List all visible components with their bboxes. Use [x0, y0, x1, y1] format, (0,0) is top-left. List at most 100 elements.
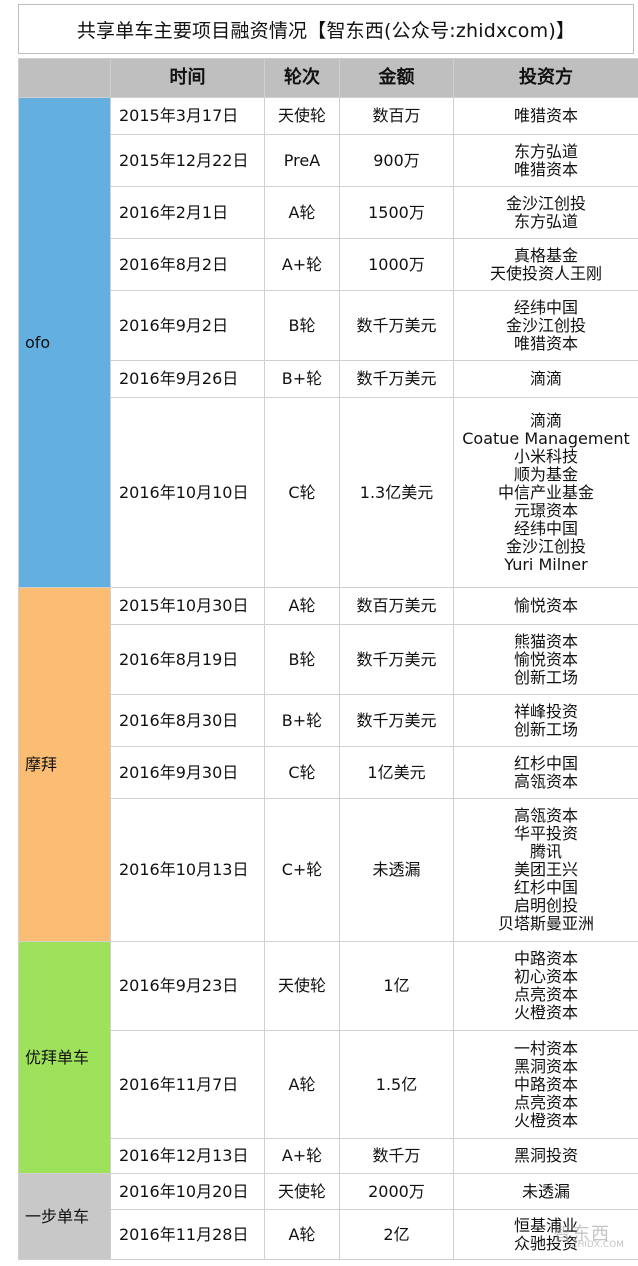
- date-cell: 2016年11月7日: [110, 1030, 265, 1139]
- company-name-cell: ofo: [18, 97, 111, 588]
- investor-name: 滴滴: [529, 410, 562, 430]
- amount-cell: 1亿: [339, 941, 454, 1031]
- investor-name: 初心资本: [513, 967, 578, 986]
- financing-table: 时间 轮次 金额 投资方 ofo 2015年3月17日 天使轮 数百万 唯猎资本 2015…: [18, 58, 638, 1260]
- investor-name: 金沙江创投: [505, 536, 586, 556]
- table-row: 2016年8月2日 A+轮 1000万 真格基金 天使投资人王刚: [19, 238, 638, 291]
- investors-cell: 未透漏: [453, 1173, 638, 1210]
- investor-name: 红杉中国: [513, 753, 578, 773]
- investors-cell: 东方弘道 唯猎资本: [453, 134, 638, 187]
- date-cell: 2015年3月17日: [110, 97, 265, 135]
- date-cell: 2016年10月10日: [110, 397, 265, 588]
- investor-name: 红杉中国: [513, 878, 578, 897]
- investor-name: Yuri Milner: [504, 554, 588, 574]
- amount-cell: 数千万美元: [339, 360, 454, 398]
- round-cell: 天使轮: [264, 941, 340, 1031]
- investor-name: 创新工场: [513, 719, 578, 739]
- table-row: ofo 2015年3月17日 天使轮 数百万 唯猎资本: [18, 97, 638, 588]
- investor-name: 中路资本: [513, 1074, 578, 1094]
- date-cell: 2016年8月30日: [110, 694, 265, 747]
- table-row: 2016年10月10日 C轮 1.3亿美元 滴滴 Coatue Management 小米…: [19, 397, 638, 588]
- investor-name: 愉悦资本: [513, 649, 578, 669]
- investor-name: 经纬中国: [513, 297, 578, 317]
- investors-cell: 高瓴资本 华平投资 腾讯 美团王兴 红杉中国 启明创投 贝塔斯曼亚洲: [453, 798, 638, 942]
- date-cell: 2016年2月1日: [110, 186, 265, 239]
- investors-cell: 恒基浦业 众驰投资: [453, 1209, 638, 1260]
- investor-name: 中信产业基金: [497, 482, 594, 502]
- date-cell: 2016年12月13日: [110, 1138, 265, 1174]
- amount-cell: 1500万: [339, 186, 454, 239]
- table-row: 2016年8月19日 B轮 数千万美元 熊猫资本 愉悦资本 创新工场: [19, 624, 638, 695]
- investors-cell: 唯猎资本: [453, 97, 638, 135]
- header-row: 时间 轮次 金额 投资方: [18, 58, 638, 98]
- investors-cell: 红杉中国 高瓴资本: [453, 746, 638, 799]
- round-cell: A+轮: [264, 1138, 340, 1174]
- investors-cell: 黑洞投资: [453, 1138, 638, 1174]
- date-cell: 2016年8月2日: [110, 238, 265, 291]
- investor-name: 真格基金: [513, 245, 578, 265]
- investor-name: 点亮资本: [513, 985, 578, 1004]
- investor-name: 东方弘道: [513, 141, 578, 161]
- investor-name: 一村资本: [513, 1038, 578, 1058]
- investor-name: 华平投资: [513, 824, 578, 843]
- company-name-cell: 一步单车: [18, 1173, 111, 1260]
- date-cell: 2015年10月30日: [110, 587, 265, 625]
- date-cell: 2016年11月28日: [110, 1209, 265, 1260]
- company-name-cell: 摩拜: [18, 587, 111, 942]
- amount-cell: 2亿: [339, 1209, 454, 1260]
- investor-name: 愉悦资本: [513, 596, 578, 615]
- investors-cell: 熊猫资本 愉悦资本 创新工场: [453, 624, 638, 695]
- date-cell: 2016年9月30日: [110, 746, 265, 799]
- round-cell: B轮: [264, 290, 340, 361]
- round-cell: A+轮: [264, 238, 340, 291]
- round-cell: A轮: [264, 1209, 340, 1260]
- amount-cell: 1.5亿: [339, 1030, 454, 1139]
- investor-name: 唯猎资本: [513, 159, 578, 179]
- date-cell: 2016年9月23日: [110, 941, 265, 1031]
- amount-cell: 2000万: [339, 1173, 454, 1210]
- investor-name: 启明创投: [513, 896, 578, 915]
- investors-cell: 滴滴: [453, 360, 638, 398]
- investor-name: 熊猫资本: [513, 631, 578, 651]
- header-corner: [18, 58, 111, 98]
- round-cell: A轮: [264, 186, 340, 239]
- investor-name: 金沙江创投: [505, 315, 586, 335]
- date-cell: 2016年9月2日: [110, 290, 265, 361]
- table-row: 2016年11月28日 A轮 2亿 恒基浦业 众驰投资: [19, 1209, 638, 1260]
- amount-cell: 数百万: [339, 97, 454, 135]
- investor-name: 未透漏: [521, 1181, 570, 1201]
- investor-name: 唯猎资本: [513, 333, 578, 353]
- amount-cell: 未透漏: [339, 798, 454, 942]
- investor-name: 火橙资本: [513, 1003, 578, 1022]
- table-row: 2016年9月2日 B轮 数千万美元 经纬中国 金沙江创投 唯猎资本: [19, 290, 638, 361]
- amount-cell: 数千万: [339, 1138, 454, 1174]
- watermark: 智东西 ZHIDX.COM: [553, 1220, 624, 1250]
- investor-name: 美团王兴: [513, 860, 578, 879]
- investor-name: 滴滴: [529, 369, 562, 388]
- table-body: ofo 2015年3月17日 天使轮 数百万 唯猎资本 2015年12月22日 PreA 90…: [18, 97, 638, 1260]
- investor-name: 黑洞资本: [513, 1056, 578, 1076]
- round-cell: C轮: [264, 397, 340, 588]
- investors-cell: 真格基金 天使投资人王刚: [453, 238, 638, 291]
- investor-name: 高瓴资本: [513, 771, 578, 791]
- investors-cell: 中路资本 初心资本 点亮资本 火橙资本: [453, 941, 638, 1031]
- round-cell: A轮: [264, 1030, 340, 1139]
- page: 共享单车主要项目融资情况【智东西(公众号:zhidxcom)】 时间 轮次 金额…: [0, 0, 638, 1266]
- round-cell: 天使轮: [264, 1173, 340, 1210]
- investor-name: 经纬中国: [513, 518, 578, 538]
- header-date: 时间: [110, 58, 265, 98]
- company-name-cell: 优拜单车: [18, 941, 111, 1174]
- header-round: 轮次: [264, 58, 340, 98]
- table-row: 2016年12月13日 A+轮 数千万 黑洞投资: [19, 1138, 638, 1174]
- watermark-sub: ZHIDX.COM: [571, 1240, 624, 1250]
- investor-name: 创新工场: [513, 667, 578, 687]
- investor-name: 火橙资本: [513, 1110, 578, 1130]
- round-cell: 天使轮: [264, 97, 340, 135]
- investors-cell: 金沙江创投 东方弘道: [453, 186, 638, 239]
- table-row: 2016年9月26日 B+轮 数千万美元 滴滴: [19, 360, 638, 398]
- investors-cell: 愉悦资本: [453, 587, 638, 625]
- table-row: 2016年11月7日 A轮 1.5亿 一村资本 黑洞资本 中路资本 点亮资本 火橙资本: [19, 1030, 638, 1139]
- amount-cell: 数千万美元: [339, 290, 454, 361]
- table-row: 2015年12月22日 PreA 900万 东方弘道 唯猎资本: [19, 134, 638, 187]
- investor-name: 黑洞投资: [513, 1146, 578, 1165]
